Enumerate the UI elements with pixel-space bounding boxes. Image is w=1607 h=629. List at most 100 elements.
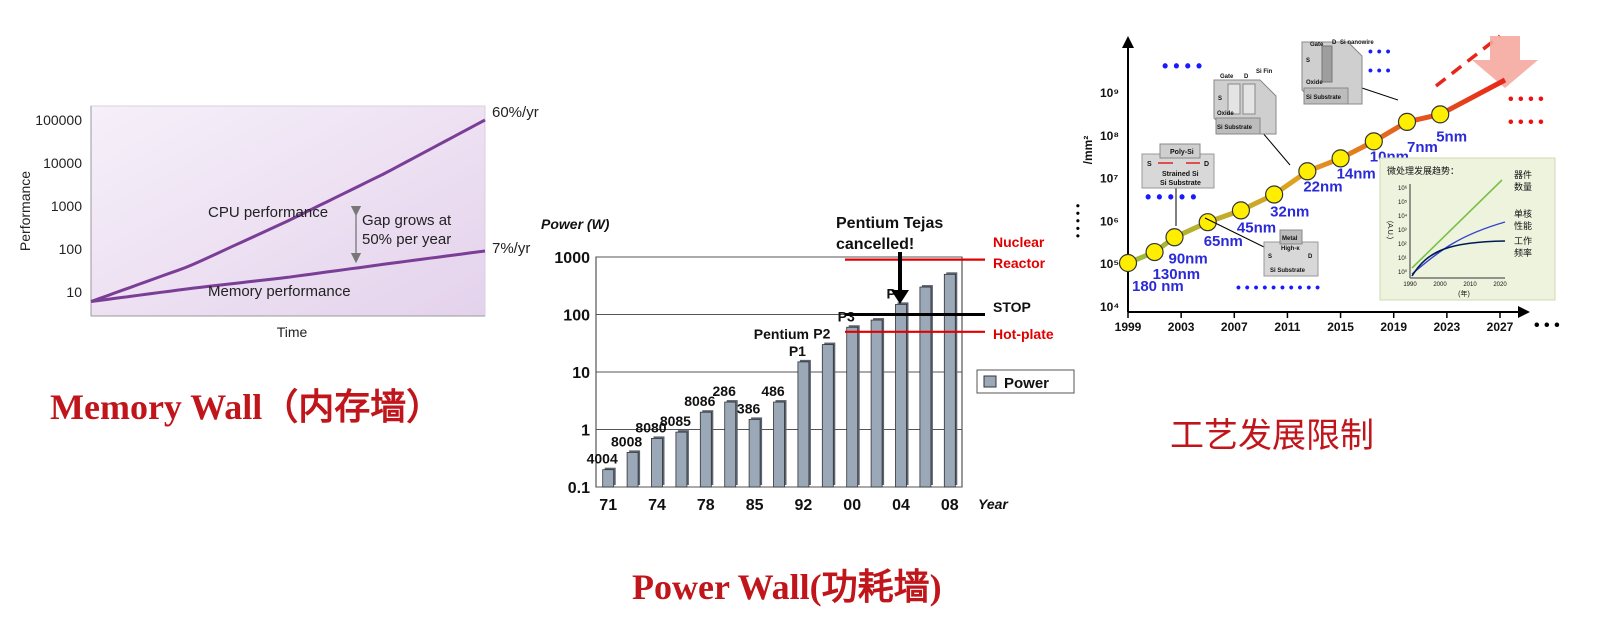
power-bar	[773, 401, 785, 488]
process-node-label: 45nm	[1237, 219, 1276, 236]
nanowire-label-sinanowire: Si nanowire	[1340, 40, 1374, 46]
process-node-marker	[1165, 228, 1184, 247]
process-node-marker	[1331, 149, 1350, 168]
blue-dots-2: • • • • •	[1145, 187, 1197, 207]
inset-title: 微处理发展趋势：	[1387, 165, 1459, 176]
power-x-tick-label: 00	[843, 497, 861, 514]
blue-dots-3: • • • • • • • • • •	[1236, 279, 1320, 295]
process-limit-caption: 工艺发展限制	[1170, 416, 1374, 456]
metal-label-metal: Metal	[1282, 236, 1298, 242]
power-bar-label: 386	[737, 400, 761, 416]
process-y-axis-label: /mm²	[1081, 136, 1095, 165]
process-x-tick-label: 2011	[1274, 320, 1300, 334]
inset-y-label: (A.U.)	[1386, 221, 1393, 239]
process-x-tick-label: 2023	[1434, 320, 1461, 334]
power-bar	[602, 469, 615, 488]
power-x-tick-label: 78	[697, 497, 715, 514]
power-bar-label: 8008	[611, 433, 642, 449]
power-x-tick-label: 08	[941, 497, 959, 514]
svg-text:• • • • •: • • • • •	[1071, 204, 1085, 238]
strained-label-strained: Strained Si	[1162, 171, 1199, 178]
blue-dots-5: • • •	[1368, 62, 1391, 78]
process-y-tick-label: 10⁶	[1100, 214, 1119, 228]
process-limit-chart: • • • • • • • • /mm² 10⁹10⁸10⁷10⁶10⁵10⁴ …	[1071, 34, 1560, 334]
power-bar	[748, 418, 761, 488]
metal-label-s: S	[1268, 254, 1272, 260]
strained-label-s: S	[1147, 161, 1152, 168]
inset-x-tick-label: 1990	[1403, 282, 1417, 288]
strained-si-diagram: Poly-Si S D Strained Si Si Substrate	[1141, 143, 1215, 226]
process-node-marker	[1397, 112, 1417, 131]
strained-label-d: D	[1204, 161, 1209, 168]
finfet-label-s: S	[1218, 96, 1222, 102]
process-x-tick-label: 2003	[1168, 320, 1195, 334]
process-node-marker	[1364, 132, 1383, 151]
process-node-label: 32nm	[1270, 204, 1309, 221]
nanowire-label-s: S	[1306, 58, 1310, 64]
red-dots-1: • • • •	[1508, 91, 1544, 108]
inset-y-tick-label: 10⁴	[1398, 213, 1408, 220]
finfet-diagram: Gate D Si Fin S Oxide Si Substrate	[1213, 69, 1291, 166]
power-bar-label: 4004	[587, 451, 618, 467]
inset-y-tick-label: 10⁵	[1398, 199, 1408, 206]
process-y-tick-label: 10⁴	[1100, 300, 1119, 314]
red-dots-2: • • • •	[1508, 114, 1544, 131]
process-node-label: 5nm	[1436, 128, 1467, 145]
inset-y-tick-label: 10²	[1398, 242, 1407, 248]
process-node-label: 90nm	[1169, 250, 1208, 267]
nanowire-label-oxide: Oxide	[1306, 80, 1323, 86]
inset-x-tick-label: 2020	[1493, 282, 1507, 288]
power-x-tick-label: 71	[599, 497, 617, 514]
inset-y-tick-label: 10⁰	[1398, 269, 1408, 276]
svg-text:• • •: • • •	[1534, 317, 1560, 334]
inset-legend-core-perf-2: 性能	[1514, 220, 1532, 231]
process-x-tick-label: 1999	[1115, 320, 1142, 334]
nanowire-label-d: D	[1332, 40, 1337, 46]
inset-x-tick-label: 2000	[1433, 282, 1447, 288]
inset-y-tick-label: 10¹	[1398, 256, 1407, 262]
process-y-tick-label: 10⁸	[1100, 129, 1119, 143]
process-node-marker	[1231, 201, 1251, 220]
inset-x-tick-label: 2010	[1463, 282, 1477, 288]
process-y-tick-label: 10⁹	[1100, 86, 1119, 100]
finfet-label-d: D	[1244, 74, 1249, 80]
power-x-tick-label: 85	[746, 497, 764, 514]
inset-y-tick-label: 10³	[1398, 228, 1407, 234]
metal-label-substrate: Si Substrate	[1270, 268, 1306, 274]
process-node-marker	[1265, 185, 1284, 204]
process-node-marker	[1298, 162, 1317, 181]
process-x-tick-label: 2027	[1487, 320, 1514, 334]
nanowire-label-substrate: Si Substrate	[1306, 95, 1342, 101]
power-wall-caption: Power Wall(功耗墙)	[632, 567, 942, 607]
blue-dots-1: • • • •	[1162, 56, 1202, 76]
process-node-label: 14nm	[1337, 165, 1376, 182]
power-y-tick-label: 1	[581, 423, 590, 440]
finfet-label-gate: Gate	[1220, 74, 1234, 80]
power-bar	[724, 401, 737, 488]
inset-legend-device-count-1: 器件	[1514, 169, 1532, 180]
process-node-label: 7nm	[1407, 139, 1438, 156]
nanowire-label-gate: Gate	[1310, 42, 1324, 48]
process-node-label: 130nm	[1153, 266, 1201, 283]
power-bar	[651, 438, 663, 488]
power-x-axis-label: Year	[978, 496, 1009, 512]
finfet-label-sifin: Si Fin	[1256, 69, 1273, 75]
metal-label-d: D	[1308, 254, 1313, 260]
inset-legend-core-perf-1: 单核	[1514, 208, 1532, 219]
finfet-label-oxide: Oxide	[1217, 111, 1234, 117]
power-y-tick-label: 0.1	[568, 480, 590, 497]
strained-label-substrate: Si Substrate	[1160, 180, 1201, 187]
process-x-tick-label: 2015	[1327, 320, 1354, 334]
power-bar-label: 8085	[660, 413, 691, 429]
strained-label-polysi: Poly-Si	[1170, 149, 1194, 156]
power-x-tick-label: 04	[892, 497, 910, 514]
process-node-marker	[1118, 253, 1138, 273]
inset-x-label: (年)	[1458, 289, 1470, 298]
power-bar	[626, 451, 639, 488]
process-x-tick-label: 2019	[1380, 320, 1407, 334]
inset-legend-frequency-2: 频率	[1514, 247, 1532, 258]
power-bar	[699, 411, 712, 488]
process-y-tick-label: 10⁵	[1100, 257, 1119, 271]
process-x-tick-label: 2007	[1221, 320, 1248, 334]
power-bar	[675, 431, 688, 488]
